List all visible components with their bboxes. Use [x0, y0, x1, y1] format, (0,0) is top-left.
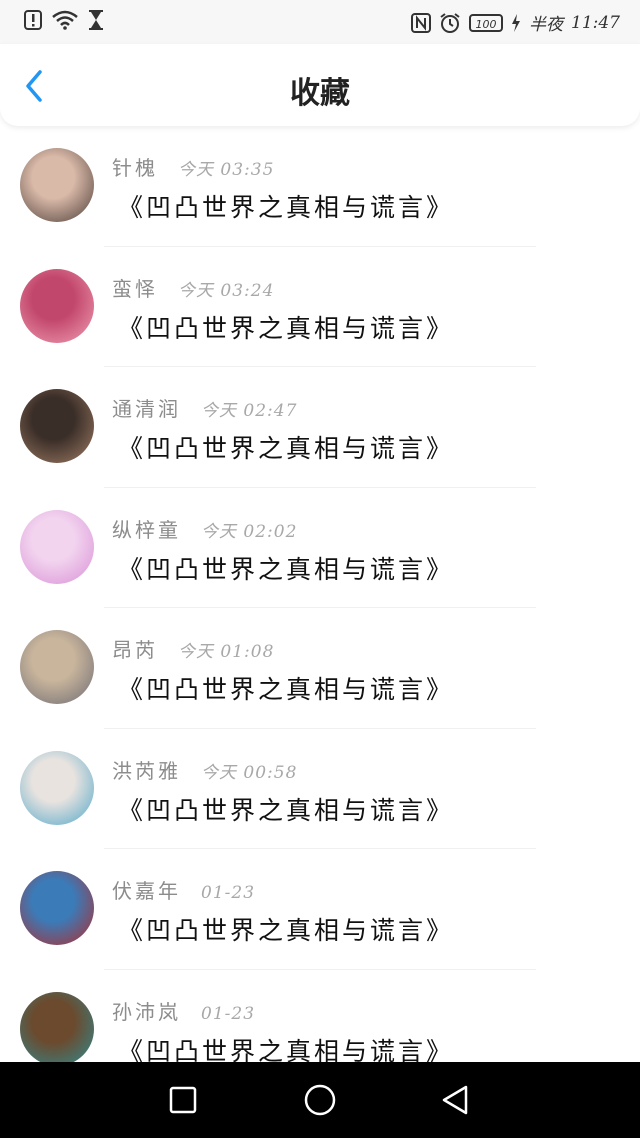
- avatar[interactable]: [20, 630, 94, 704]
- battery-icon: 100: [469, 13, 503, 32]
- charging-icon: [512, 13, 520, 32]
- alarm-icon: [440, 12, 460, 33]
- favorite-content[interactable]: 《凹凸世界之真相与谎言》: [118, 911, 454, 947]
- square-recents-icon: [169, 1086, 197, 1114]
- list-item[interactable]: 蛮怿 今天 03:24 《凹凸世界之真相与谎言》: [0, 247, 640, 367]
- list-item[interactable]: 纵梓童 今天 02:02 《凹凸世界之真相与谎言》: [0, 488, 640, 608]
- avatar[interactable]: [20, 750, 94, 825]
- item-meta: 昂芮 今天 01:08: [112, 634, 274, 663]
- timestamp: 今天 00:58: [201, 762, 298, 783]
- timestamp: 今天 02:02: [201, 521, 298, 542]
- user-name: 通清润: [112, 397, 181, 421]
- list-item[interactable]: 针槐 今天 03:35 《凹凸世界之真相与谎言》: [0, 126, 640, 247]
- timestamp: 01-23: [201, 883, 256, 903]
- hourglass-icon: [89, 10, 103, 30]
- avatar[interactable]: [20, 509, 94, 584]
- favorite-content[interactable]: 《凹凸世界之真相与谎言》: [118, 309, 454, 345]
- item-meta: 针槐 今天 03:35: [112, 152, 274, 181]
- favorite-content[interactable]: 《凹凸世界之真相与谎言》: [118, 791, 454, 827]
- avatar[interactable]: [20, 268, 94, 343]
- favorite-content[interactable]: 《凹凸世界之真相与谎言》: [118, 670, 454, 706]
- status-time: 11:47: [571, 12, 620, 33]
- item-meta: 孙沛岚 01-23: [112, 996, 255, 1025]
- user-name: 洪芮雅: [112, 758, 181, 783]
- item-meta: 洪芮雅 今天 00:58: [112, 755, 297, 784]
- avatar[interactable]: [20, 991, 94, 1062]
- timestamp: 今天 03:24: [178, 280, 275, 301]
- avatar[interactable]: [20, 871, 94, 945]
- avatar[interactable]: [20, 389, 94, 463]
- timestamp: 01-23: [201, 1003, 256, 1024]
- list-item[interactable]: 洪芮雅 今天 00:58 《凹凸世界之真相与谎言》: [0, 729, 640, 849]
- favorite-content[interactable]: 《凹凸世界之真相与谎言》: [118, 1032, 454, 1063]
- page-title: 收藏: [290, 76, 350, 111]
- header: 收藏: [0, 44, 640, 126]
- status-time-prefix: 半夜: [529, 15, 563, 35]
- avatar[interactable]: [20, 148, 94, 222]
- item-meta: 纵梓童 今天 02:02: [112, 514, 297, 543]
- wifi-icon: [52, 10, 78, 30]
- timestamp: 今天 02:47: [201, 401, 298, 421]
- item-meta: 蛮怿 今天 03:24: [112, 273, 274, 302]
- favorite-content[interactable]: 《凹凸世界之真相与谎言》: [118, 550, 454, 586]
- list-item[interactable]: 孙沛岚 01-23 《凹凸世界之真相与谎言》: [0, 970, 640, 1063]
- status-left: [24, 10, 104, 30]
- item-meta: 通清润 今天 02:47: [112, 393, 297, 422]
- circle-home-icon: [304, 1084, 336, 1116]
- item-meta: 伏嘉年 01-23: [112, 875, 255, 904]
- timestamp: 今天 01:08: [178, 642, 275, 662]
- favorites-list: 针槐 今天 03:35 《凹凸世界之真相与谎言》 蛮怿 今天 03:24 《凹凸世界之真相…: [0, 126, 640, 1062]
- user-name: 纵梓童: [112, 517, 181, 542]
- favorite-content[interactable]: 《凹凸世界之真相与谎言》: [118, 429, 454, 465]
- recents-button[interactable]: [165, 1082, 201, 1118]
- home-button[interactable]: [302, 1082, 338, 1118]
- triangle-back-icon: [442, 1085, 468, 1115]
- user-name: 孙沛岚: [112, 999, 181, 1024]
- alert-icon: [24, 10, 42, 30]
- status-right: 100 半夜 11:47: [411, 10, 620, 35]
- favorite-content[interactable]: 《凹凸世界之真相与谎言》: [118, 188, 454, 224]
- back-nav-button[interactable]: [438, 1082, 474, 1118]
- user-name: 伏嘉年: [112, 879, 181, 903]
- system-nav-bar: [0, 1062, 640, 1138]
- user-name: 蛮怿: [112, 276, 158, 301]
- user-name: 昂芮: [112, 638, 158, 662]
- user-name: 针槐: [112, 156, 158, 180]
- timestamp: 今天 03:35: [178, 160, 275, 180]
- list-item[interactable]: 昂芮 今天 01:08 《凹凸世界之真相与谎言》: [0, 608, 640, 729]
- list-item[interactable]: 通清润 今天 02:47 《凹凸世界之真相与谎言》: [0, 367, 640, 488]
- screen: 100 半夜 11:47 收藏 针槐 今天 03:35 《凹凸世界之真相与谎言》 蛮怿…: [0, 0, 640, 1138]
- nfc-icon: [411, 12, 431, 33]
- list-item[interactable]: 伏嘉年 01-23 《凹凸世界之真相与谎言》: [0, 849, 640, 970]
- status-bar: 100 半夜 11:47: [0, 0, 640, 44]
